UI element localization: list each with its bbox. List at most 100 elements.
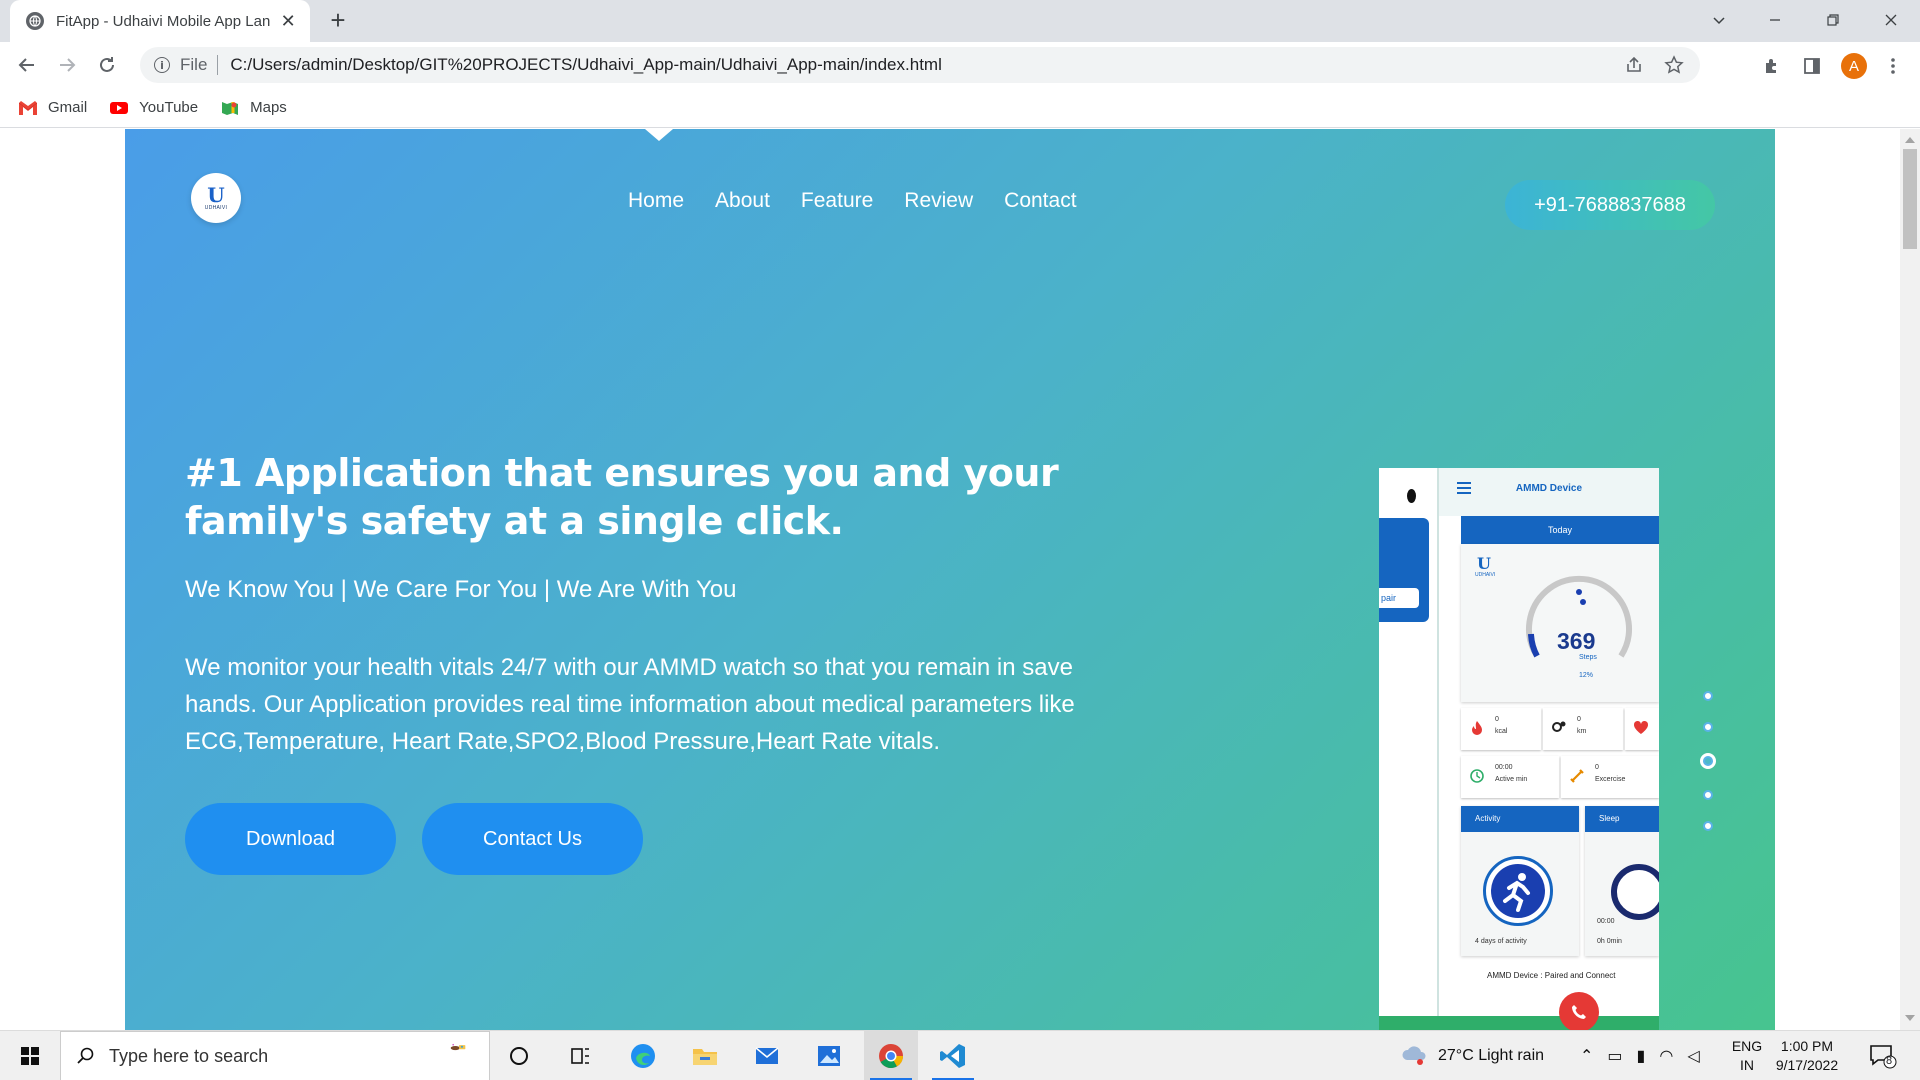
address-bar[interactable]: i File C:/Users/admin/Desktop/GIT%20PROJ…	[140, 47, 1700, 83]
scroll-up-arrow[interactable]	[1905, 137, 1915, 143]
app-metrics-row-1: 0 kcal 0 km	[1461, 708, 1659, 750]
app-steps-progress: 12%	[1579, 672, 1594, 679]
app-active-time: 00:00	[1495, 764, 1513, 771]
contact-us-button[interactable]: Contact Us	[422, 803, 643, 875]
app-activity-title: Activity	[1461, 806, 1579, 832]
heart-icon	[1633, 720, 1649, 734]
app-kcal-cell: 0 kcal	[1461, 708, 1541, 750]
app-active-label: Active min	[1495, 776, 1528, 783]
menu-kebab-icon[interactable]	[1882, 55, 1904, 77]
page-viewport: U UDHAIVI Home About Feature Review Cont…	[0, 129, 1920, 1030]
app-active-cell: 00:00 Active min	[1461, 756, 1559, 798]
udhaivi-logo[interactable]: U UDHAIVI	[191, 173, 241, 223]
reload-button[interactable]	[93, 51, 121, 79]
omnibox-separator	[217, 55, 219, 75]
search-placeholder: Type here to search	[109, 1045, 269, 1066]
volume-icon[interactable]: ◁	[1687, 1046, 1699, 1066]
app-km-label: km	[1577, 728, 1587, 735]
chevron-up-icon[interactable]: ⌃	[1580, 1046, 1593, 1066]
app-sleep-card: Sleep 00:00 0h 0min	[1585, 806, 1659, 956]
task-view-icon[interactable]	[554, 1031, 608, 1080]
app-activity-text: 4 days of activity	[1475, 938, 1527, 945]
share-icon[interactable]	[1624, 55, 1644, 80]
nav-about[interactable]: About	[715, 189, 770, 213]
language-code: ENG	[1731, 1038, 1763, 1054]
dumbbell-icon	[1570, 769, 1584, 783]
app-kcal-value: 0	[1495, 716, 1499, 723]
cortana-icon[interactable]	[492, 1031, 546, 1080]
profile-avatar[interactable]: A	[1841, 53, 1867, 79]
restore-button[interactable]	[1804, 0, 1862, 40]
close-tab-icon[interactable]: ✕	[278, 11, 298, 32]
extensions-icon[interactable]	[1761, 55, 1783, 77]
nav-contact[interactable]: Contact	[1004, 189, 1076, 213]
app-screenshot: pair AMMD Device Today U UDHAIVI 369 Ste…	[1379, 468, 1659, 1030]
scroll-thumb[interactable]	[1903, 149, 1917, 249]
battery-icon[interactable]: ▮	[1637, 1046, 1646, 1066]
mail-icon[interactable]	[740, 1031, 794, 1080]
bookmark-star-icon[interactable]	[1664, 55, 1684, 80]
app-bottom-nav	[1379, 1016, 1659, 1030]
windows-taskbar: Type here to search 27°C Light rain ⌃ ▭	[0, 1030, 1920, 1080]
meet-now-icon[interactable]: ▭	[1607, 1046, 1622, 1066]
clock[interactable]: 1:00 PM 9/17/2022	[1765, 1037, 1849, 1075]
forward-button[interactable]	[53, 51, 81, 79]
download-button[interactable]: Download	[185, 803, 396, 875]
youtube-icon	[110, 101, 129, 114]
app-brand-text: UDHAIVI	[1475, 572, 1496, 578]
pager-dot-active[interactable]	[1700, 753, 1716, 769]
edge-icon[interactable]	[616, 1031, 670, 1080]
app-heart-cell	[1625, 708, 1659, 750]
app-activity-card: Activity 4 days of activity	[1461, 806, 1579, 956]
language-indicator[interactable]: ENG IN	[1730, 1037, 1764, 1075]
flame-icon	[1472, 721, 1482, 735]
chrome-icon[interactable]	[864, 1031, 918, 1080]
side-panel-icon[interactable]	[1801, 55, 1823, 77]
pager-dot[interactable]	[1703, 722, 1713, 732]
page-scrollbar[interactable]	[1900, 129, 1920, 1030]
nav-indicator	[645, 129, 673, 141]
app-metrics-row-2: 00:00 Active min 0 Excercise	[1461, 756, 1659, 798]
close-window-button[interactable]	[1862, 0, 1920, 40]
new-tab-button[interactable]: +	[324, 6, 352, 34]
pager-dot[interactable]	[1703, 691, 1713, 701]
notification-center-icon[interactable]: 8	[1868, 1043, 1898, 1069]
vscode-icon[interactable]	[926, 1031, 980, 1080]
pager-dot[interactable]	[1703, 821, 1713, 831]
rain-cloud-icon	[1402, 1046, 1426, 1065]
phone-number-button[interactable]: +91-7688837688	[1505, 180, 1715, 230]
wifi-icon[interactable]: ◠	[1659, 1046, 1673, 1066]
app-title: AMMD Device	[1515, 483, 1583, 494]
scroll-down-arrow[interactable]	[1905, 1015, 1915, 1021]
gmail-icon	[18, 100, 38, 115]
info-icon[interactable]: i	[154, 57, 170, 73]
tab-bar: FitApp - Udhaivi Mobile App Lan ✕ +	[0, 0, 1920, 42]
url-text[interactable]: C:/Users/admin/Desktop/GIT%20PROJECTS/Ud…	[230, 55, 941, 75]
hero-headline: #1 Application that ensures you and your…	[185, 451, 1059, 543]
clock-date: 9/17/2022	[1775, 1057, 1839, 1073]
bookmark-label: Maps	[250, 99, 287, 116]
carousel-pager	[1700, 691, 1716, 852]
weather-widget[interactable]: 27°C Light rain	[1400, 1031, 1544, 1080]
running-icon	[1483, 856, 1553, 926]
nav-review[interactable]: Review	[904, 189, 973, 213]
app-km-value: 0	[1577, 716, 1581, 723]
pager-dot[interactable]	[1703, 790, 1713, 800]
globe-icon	[26, 12, 44, 30]
bookmark-gmail[interactable]: Gmail	[18, 99, 87, 116]
app-today-bar: Today	[1461, 516, 1659, 544]
bookmark-youtube[interactable]: YouTube	[109, 99, 198, 116]
app-kcal-label: kcal	[1495, 728, 1508, 735]
app-steps-value: 369	[1557, 628, 1596, 654]
back-button[interactable]	[13, 51, 41, 79]
start-button[interactable]	[0, 1031, 60, 1080]
photos-icon[interactable]	[802, 1031, 856, 1080]
nav-home[interactable]: Home	[628, 189, 684, 213]
tab-search-icon[interactable]	[1690, 0, 1748, 40]
browser-tab[interactable]: FitApp - Udhaivi Mobile App Lan ✕	[10, 0, 310, 42]
taskbar-search[interactable]: Type here to search	[60, 1031, 490, 1080]
bookmark-maps[interactable]: Maps	[220, 99, 287, 116]
nav-feature[interactable]: Feature	[801, 189, 873, 213]
minimize-button[interactable]	[1746, 0, 1804, 40]
file-explorer-icon[interactable]	[678, 1031, 732, 1080]
